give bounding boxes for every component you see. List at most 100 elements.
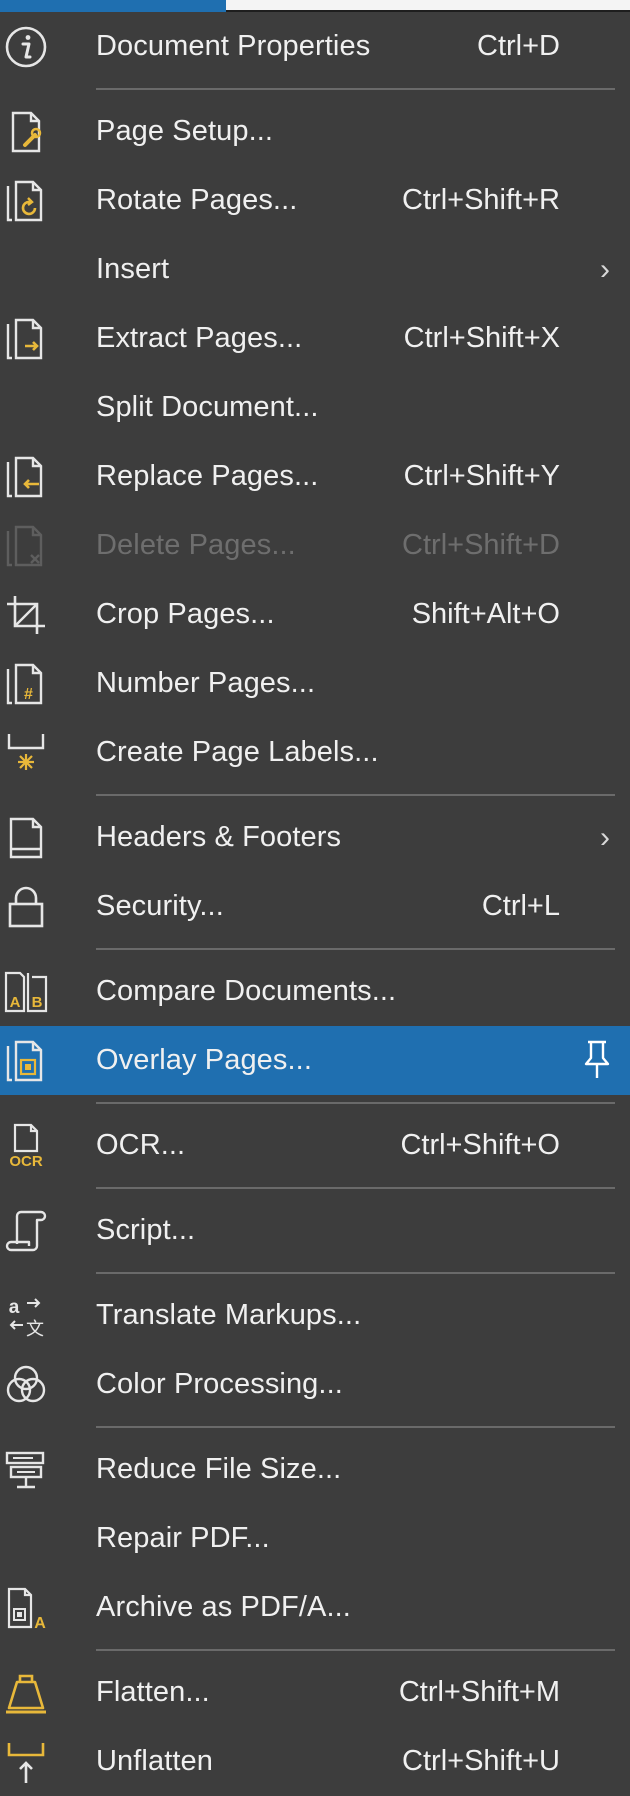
- shortcut-label: Ctrl+Shift+R: [402, 184, 560, 216]
- reduce-file-size-icon: [2, 1447, 50, 1493]
- compare-icon: AB: [2, 969, 50, 1015]
- compare-icon-letter-b: B: [32, 994, 43, 1011]
- menu-item-label: Compare Documents...: [96, 975, 397, 1007]
- menu-item-label: Delete Pages...: [96, 529, 296, 561]
- shortcut-label: Ctrl+Shift+X: [403, 322, 560, 354]
- archive-pdfa-icon: A: [2, 1585, 50, 1631]
- menu-separator: [0, 1419, 630, 1435]
- menu-item-label: Document Properties: [96, 30, 371, 62]
- shortcut-label: Ctrl+Shift+Y: [403, 460, 560, 492]
- menu-item-script[interactable]: Script...: [0, 1196, 630, 1265]
- menu-item-split-document[interactable]: Split Document...: [0, 373, 630, 442]
- shortcut-label: Shift+Alt+O: [411, 598, 560, 630]
- shortcut-label: Ctrl+Shift+D: [402, 529, 560, 561]
- menu-item-label: Insert: [96, 253, 170, 285]
- archive-icon-letter-a: A: [34, 1615, 46, 1631]
- menu-bar-area: [226, 0, 630, 12]
- menu-item-label: Extract Pages...: [96, 322, 303, 354]
- overlay-pages-icon: [2, 1038, 50, 1084]
- menu-item-label: Replace Pages...: [96, 460, 319, 492]
- menu-item-label: Headers & Footers: [96, 821, 342, 853]
- menu-separator: [0, 941, 630, 957]
- translate-icon-char: 文: [26, 1319, 44, 1339]
- menu-item-create-page-labels[interactable]: Create Page Labels...: [0, 718, 630, 787]
- menu-item-label: Reduce File Size...: [96, 1453, 342, 1485]
- menu-item-page-setup[interactable]: Page Setup...: [0, 97, 630, 166]
- menu-item-label: Crop Pages...: [96, 598, 275, 630]
- headers-footers-icon: [2, 815, 50, 861]
- menu-separator: [0, 787, 630, 803]
- menu-item-label: Page Setup...: [96, 115, 274, 147]
- info-icon: [2, 24, 50, 70]
- menu-item-insert[interactable]: Insert ›: [0, 235, 630, 304]
- rotate-pages-icon: [2, 178, 50, 224]
- shortcut-label: Ctrl+Shift+M: [398, 1676, 560, 1708]
- chevron-right-icon: ›: [600, 253, 610, 286]
- menu-item-label: Split Document...: [96, 391, 319, 423]
- menu-item-label: Number Pages...: [96, 667, 316, 699]
- menu-separator: [0, 81, 630, 97]
- ocr-icon: OCR: [2, 1123, 50, 1169]
- menu-item-reduce-file-size[interactable]: Reduce File Size...: [0, 1435, 630, 1504]
- lock-icon: [2, 884, 50, 930]
- page-labels-icon: [2, 730, 50, 776]
- menu-item-crop-pages[interactable]: Crop Pages... Shift+Alt+O: [0, 580, 630, 649]
- page-setup-icon: [2, 109, 50, 155]
- translate-icon: a文: [2, 1293, 50, 1339]
- menu-item-label: Create Page Labels...: [96, 736, 379, 768]
- document-menu: Document Properties Ctrl+D Page Setup...…: [0, 12, 630, 1796]
- extract-pages-icon: [2, 316, 50, 362]
- delete-pages-icon: [2, 523, 50, 569]
- menu-item-label: Repair PDF...: [96, 1522, 270, 1554]
- script-icon: [2, 1208, 50, 1254]
- menu-item-replace-pages[interactable]: Replace Pages... Ctrl+Shift+Y: [0, 442, 630, 511]
- menu-item-archive-pdfa[interactable]: A Archive as PDF/A...: [0, 1573, 630, 1642]
- shortcut-label: Ctrl+Shift+O: [400, 1129, 560, 1161]
- active-menu-tab[interactable]: [0, 0, 226, 12]
- chevron-right-icon: ›: [600, 821, 610, 854]
- replace-pages-icon: [2, 454, 50, 500]
- menu-item-delete-pages: Delete Pages... Ctrl+Shift+D: [0, 511, 630, 580]
- compare-icon-letter-a: A: [10, 994, 21, 1011]
- shortcut-label: Ctrl+D: [477, 30, 560, 62]
- menu-item-number-pages[interactable]: # Number Pages...: [0, 649, 630, 718]
- number-icon-hash: #: [24, 686, 33, 703]
- menu-separator: [0, 1180, 630, 1196]
- menu-separator: [0, 1265, 630, 1281]
- menu-item-headers-footers[interactable]: Headers & Footers ›: [0, 803, 630, 872]
- menu-item-color-processing[interactable]: Color Processing...: [0, 1350, 630, 1419]
- shortcut-label: Ctrl+L: [481, 890, 560, 922]
- menu-item-extract-pages[interactable]: Extract Pages... Ctrl+Shift+X: [0, 304, 630, 373]
- menu-item-label: Translate Markups...: [96, 1299, 362, 1331]
- translate-icon-letter: a: [9, 1297, 20, 1318]
- menu-item-label: Security...: [96, 890, 224, 922]
- menu-item-unflatten[interactable]: Unflatten Ctrl+Shift+U: [0, 1727, 630, 1796]
- menu-item-label: Overlay Pages...: [96, 1044, 312, 1076]
- shortcut-label: Ctrl+Shift+U: [402, 1745, 560, 1777]
- menu-item-compare-documents[interactable]: AB Compare Documents...: [0, 957, 630, 1026]
- pin-icon[interactable]: [580, 1038, 614, 1082]
- menu-separator: [0, 1095, 630, 1111]
- unflatten-icon: [2, 1739, 50, 1785]
- crop-icon: [2, 592, 50, 638]
- color-processing-icon: [2, 1362, 50, 1408]
- number-pages-icon: #: [2, 661, 50, 707]
- ocr-icon-text: OCR: [9, 1153, 43, 1169]
- menu-item-rotate-pages[interactable]: Rotate Pages... Ctrl+Shift+R: [0, 166, 630, 235]
- menu-item-label: Archive as PDF/A...: [96, 1591, 351, 1623]
- menu-item-overlay-pages[interactable]: Overlay Pages...: [0, 1026, 630, 1095]
- menu-top-strip: [0, 0, 630, 12]
- menu-item-label: Rotate Pages...: [96, 184, 298, 216]
- menu-item-label: OCR...: [96, 1129, 186, 1161]
- menu-separator: [0, 1642, 630, 1658]
- menu-item-label: Unflatten: [96, 1745, 213, 1777]
- menu-item-flatten[interactable]: Flatten... Ctrl+Shift+M: [0, 1658, 630, 1727]
- menu-item-label: Script...: [96, 1214, 196, 1246]
- menu-item-security[interactable]: Security... Ctrl+L: [0, 872, 630, 941]
- menu-item-document-properties[interactable]: Document Properties Ctrl+D: [0, 12, 630, 81]
- menu-item-label: Color Processing...: [96, 1368, 343, 1400]
- menu-item-ocr[interactable]: OCR OCR... Ctrl+Shift+O: [0, 1111, 630, 1180]
- menu-item-translate-markups[interactable]: a文 Translate Markups...: [0, 1281, 630, 1350]
- menu-item-label: Flatten...: [96, 1676, 210, 1708]
- menu-item-repair-pdf[interactable]: Repair PDF...: [0, 1504, 630, 1573]
